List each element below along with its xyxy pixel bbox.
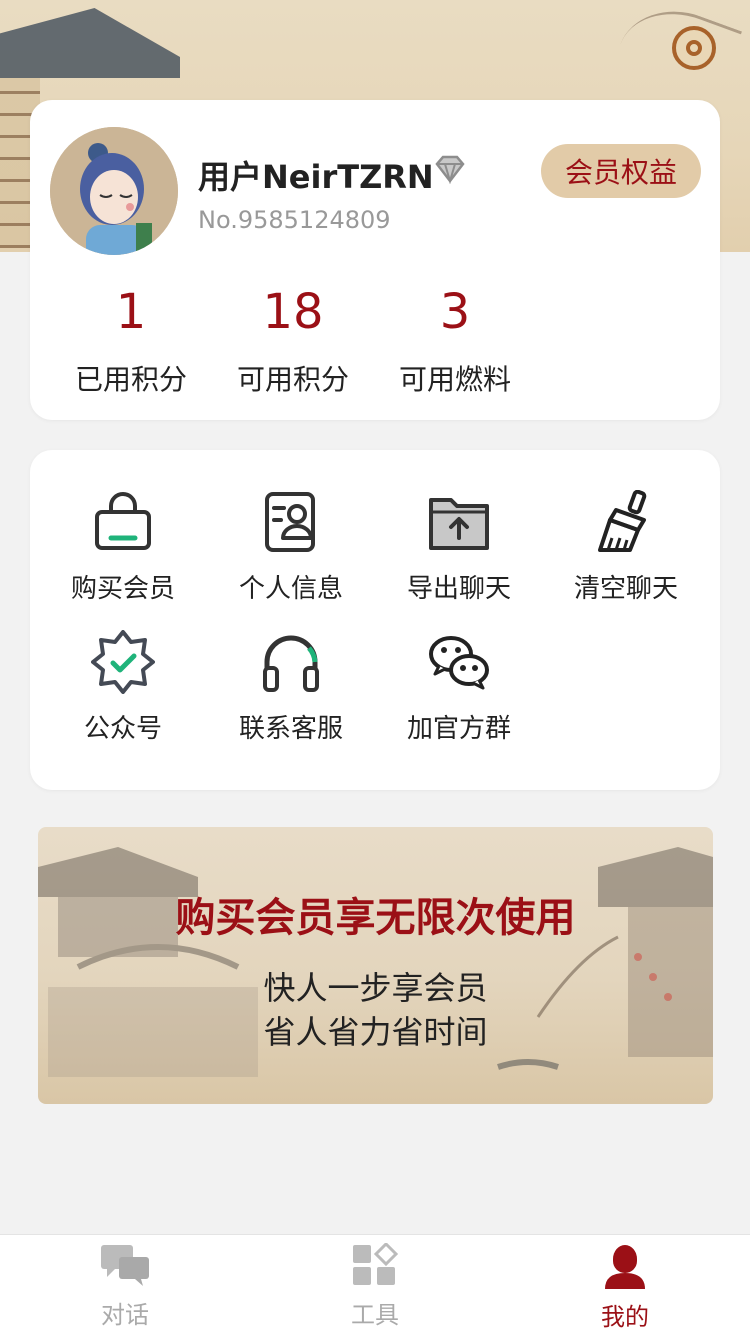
chat-icon [101,1245,149,1286]
stat-label: 可用积分 [236,363,349,396]
menu-label: 导出聊天 [406,574,511,604]
tab-tools[interactable]: 工具 [315,1243,435,1330]
diamond-icon [435,155,465,184]
tools-icon [353,1243,399,1285]
tab-label: 工具 [351,1301,399,1329]
menu-customer-service[interactable]: 联系客服 [216,630,366,745]
user-icon [605,1245,645,1289]
menu-join-group[interactable]: 加官方群 [384,630,534,745]
menu-buy-vip[interactable]: 购买会员 [48,490,198,605]
settings-button[interactable] [672,26,716,70]
vip-benefits-button[interactable]: 会员权益 [541,144,701,198]
banner-line-2: 省人省力省时间 [263,1013,488,1051]
headset-icon [263,635,319,692]
bottom-tab-bar: 对话 工具 我的 [0,1234,750,1334]
verified-badge-icon [91,630,155,694]
menu-label: 公众号 [83,714,162,744]
shopping-bag-icon [95,492,151,550]
tab-label: 我的 [601,1303,649,1331]
menu-label: 个人信息 [238,574,343,604]
profile-card: 用户NeirTZRN No.9585124809 会员权益 1 已用积分 18 … [30,100,720,420]
profile-card-icon [265,492,315,552]
stat-value: 18 [262,284,324,340]
vip-promo-banner[interactable]: 购买会员享无限次使用 快人一步享会员 省人省力省时间 [38,827,713,1104]
avatar[interactable] [50,127,178,255]
stat-value: 3 [439,284,471,340]
menu-export-chat[interactable]: 导出聊天 [384,490,534,605]
stat-label: 已用积分 [74,363,187,396]
folder-export-icon [429,498,489,550]
stat-used-points[interactable]: 1 已用积分 [66,284,196,398]
menu-profile-info[interactable]: 个人信息 [216,490,366,605]
menu-label: 加官方群 [406,714,511,744]
menu-label: 联系客服 [238,714,343,744]
stat-available-fuel[interactable]: 3 可用燃料 [390,284,520,398]
menu-card: 购买会员 个人信息 导出聊天 清空聊天 公众号 联系客服 加官方群 [30,450,720,790]
menu-clear-chat[interactable]: 清空聊天 [551,490,701,605]
menu-label: 购买会员 [70,574,175,604]
broom-icon [598,490,647,552]
stat-label: 可用燃料 [398,363,511,396]
tab-mine[interactable]: 我的 [565,1243,685,1332]
avatar-illustration [50,127,178,255]
user-number: No.9585124809 [198,206,391,234]
banner-line-1: 快人一步享会员 [263,969,488,1007]
banner-title: 购买会员享无限次使用 [175,895,576,941]
wechat-icon [429,636,489,690]
tab-label: 对话 [101,1301,149,1329]
roof-illustration [0,8,180,78]
menu-official-account[interactable]: 公众号 [48,630,198,745]
gear-icon [686,40,702,56]
tab-chat[interactable]: 对话 [65,1243,185,1330]
username: 用户NeirTZRN [198,158,434,196]
menu-label: 清空聊天 [573,574,678,604]
stat-value: 1 [115,284,147,340]
stat-available-points[interactable]: 18 可用积分 [228,284,358,398]
